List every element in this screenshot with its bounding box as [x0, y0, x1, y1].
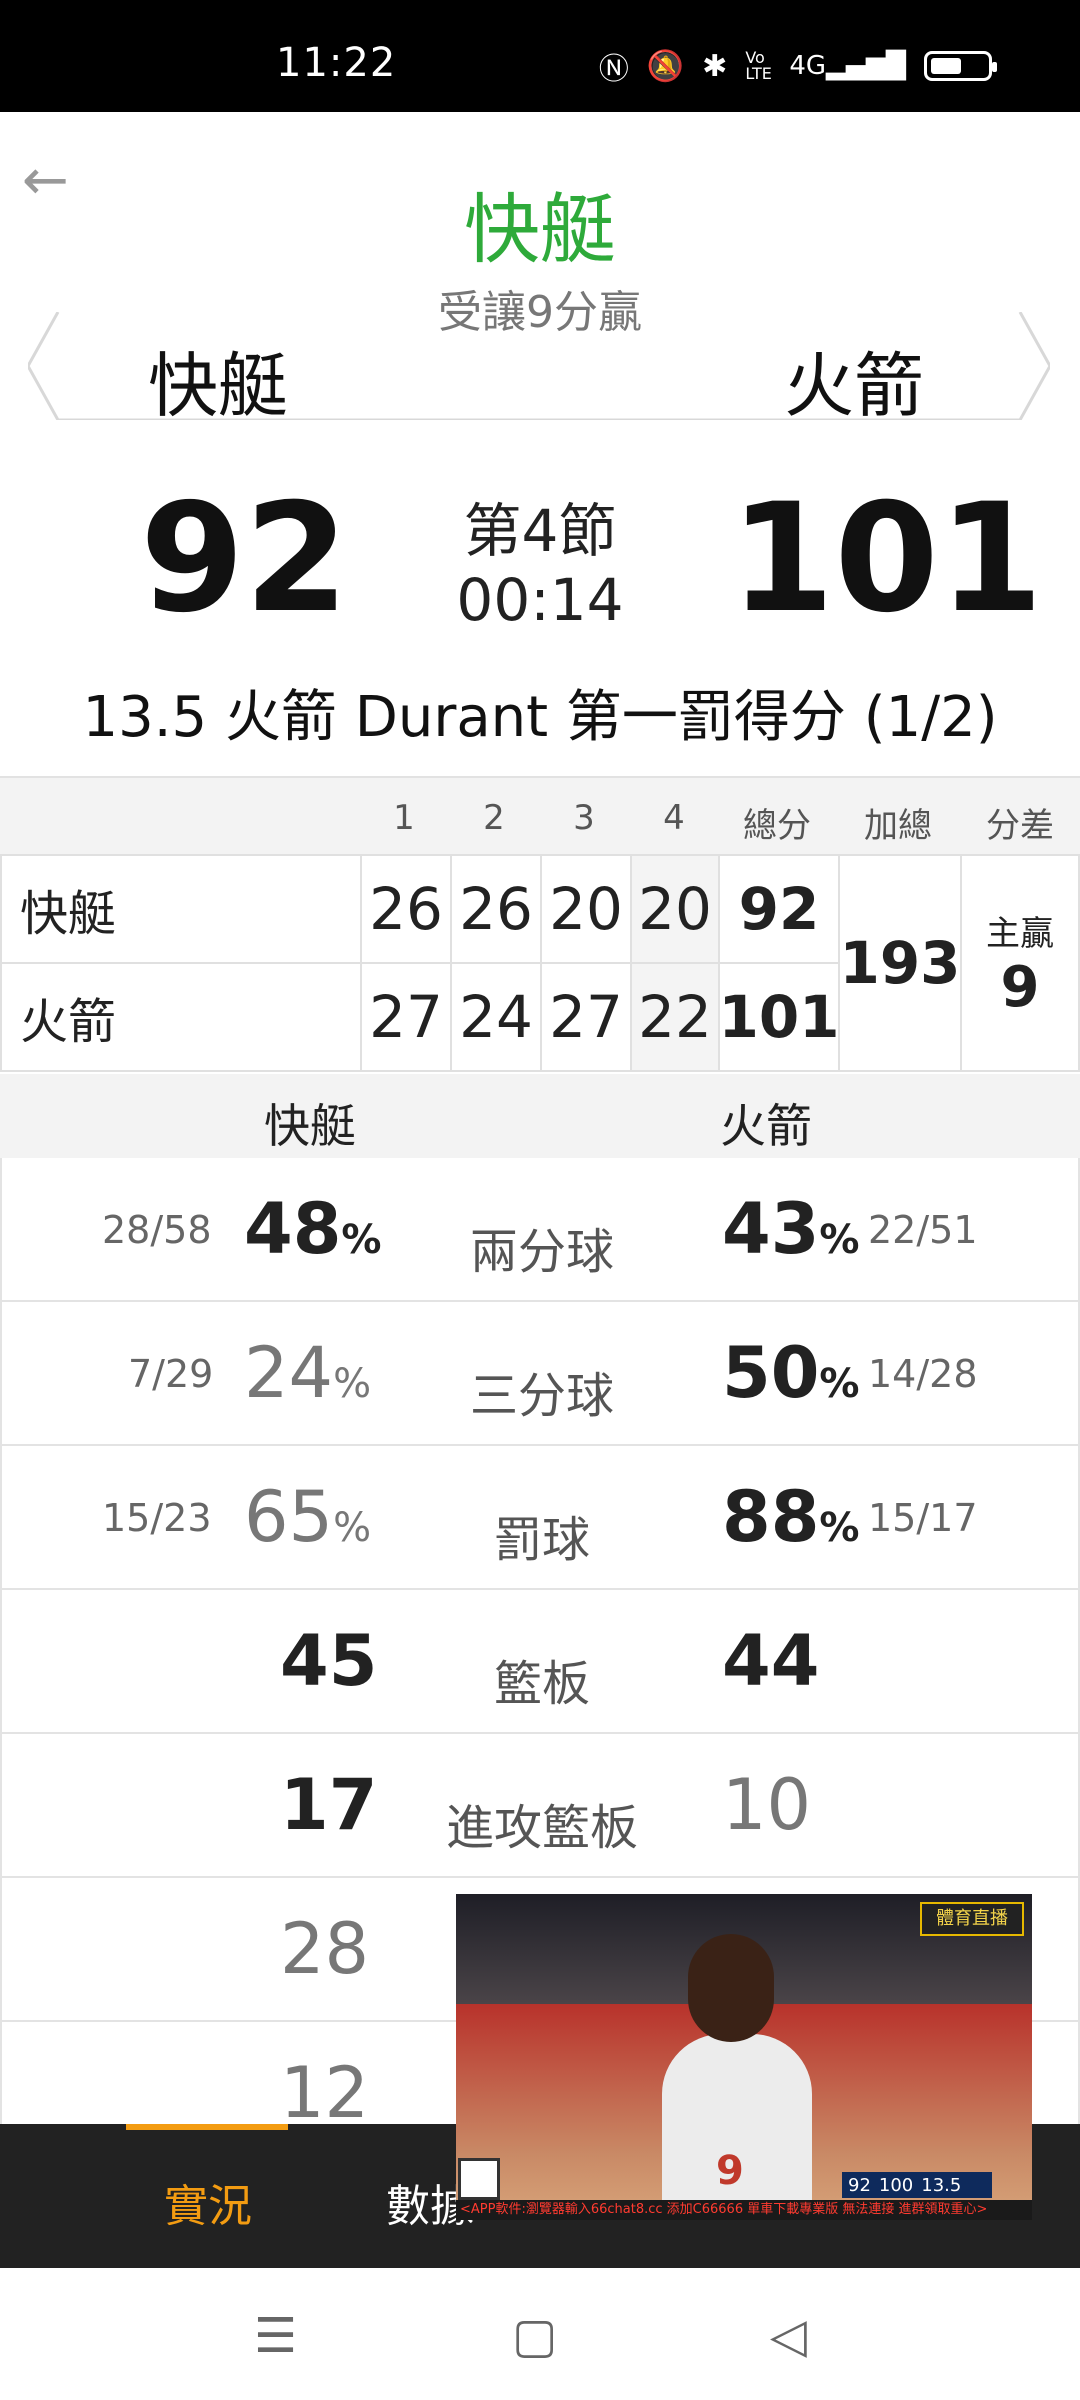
menu-icon[interactable]: ☰: [254, 2308, 297, 2364]
status-time: 11:22: [276, 40, 397, 86]
stats-header: 快艇 火箭: [0, 1074, 1080, 1158]
quarter-table-header: 1 2 3 4 總分 加總 分差: [0, 776, 1080, 854]
home-q2: 26: [450, 854, 542, 964]
video-player-head: [688, 1934, 774, 2042]
stat-name: 進攻籃板: [445, 1800, 638, 1856]
home-q1: 26: [360, 854, 452, 964]
row-away-team: 火箭: [0, 962, 362, 1072]
stats-away-label: 火箭: [720, 1099, 812, 1153]
away-pct: 50%: [722, 1332, 860, 1414]
away-frac: 22/51: [868, 1208, 978, 1252]
status-bar: 11:22 Ⓝ 🔕 ✱ Vo LTE 4G▂▄▆█: [0, 0, 1080, 112]
col-total: 總分: [743, 806, 811, 846]
away-q2: 24: [450, 962, 542, 1072]
active-tab-indicator: [126, 2124, 288, 2130]
favored-team: 快艇: [464, 185, 616, 274]
score-diff: 主贏 9: [960, 854, 1080, 1072]
home-q4: 20: [630, 854, 720, 964]
away-pct: 43%: [722, 1188, 860, 1270]
floating-video-player[interactable]: 9 體育直播 92 100 13.5 <APP軟件:瀏覽器輸入66chat8.c…: [456, 1894, 1032, 2220]
pct-unit: %: [819, 1217, 860, 1263]
bluetooth-icon: ✱: [702, 48, 728, 84]
stat-name: 籃板: [493, 1656, 590, 1712]
col-diff: 分差: [986, 806, 1054, 846]
scorebug-clock: 13.5: [921, 2174, 962, 2196]
network-label: 4G: [789, 51, 827, 81]
stat-row-oreb: 17 進攻籃板 10: [0, 1734, 1080, 1878]
back-triangle-icon[interactable]: ◁: [770, 2308, 807, 2364]
col-q4: 4: [663, 798, 685, 838]
diff-value: 9: [1000, 955, 1040, 1020]
pct-unit: %: [819, 1505, 860, 1551]
qr-code-icon: [458, 2158, 500, 2200]
scorebug-home: 92: [848, 2174, 871, 2196]
home-value: 12: [280, 2052, 370, 2134]
stat-row-2pt: 28/58 48% 兩分球 43% 22/51: [0, 1158, 1080, 1302]
stat-row-3pt: 7/29 24% 三分球 50% 14/28: [0, 1302, 1080, 1446]
stats-home-label: 快艇: [264, 1099, 356, 1153]
video-scorebug: 92 100 13.5: [842, 2172, 992, 2198]
away-pct-value: 43: [722, 1188, 820, 1270]
scorebug-away: 100: [878, 2174, 914, 2196]
last-play-text: 13.5 火箭 Durant 第一罰得分 (1/2): [82, 685, 998, 750]
volte-icon: Vo LTE: [745, 48, 772, 83]
pct-unit: %: [819, 1361, 860, 1407]
home-q3: 20: [540, 854, 632, 964]
away-frac: 14/28: [868, 1352, 978, 1396]
video-ticker: <APP軟件:瀏覽器輸入66chat8.cc 添加C66666 單車下載專業版 …: [456, 2200, 1032, 2220]
jersey-number: 9: [716, 2148, 744, 2194]
away-q1: 27: [360, 962, 452, 1072]
home-square-icon[interactable]: ▢: [512, 2308, 557, 2364]
tab-live[interactable]: 實況: [164, 2170, 252, 2234]
stat-row-reb: 45 籃板 44: [0, 1590, 1080, 1734]
away-pct-value: 50: [722, 1332, 820, 1414]
mute-icon: 🔕: [646, 48, 685, 84]
col-q3: 3: [573, 798, 595, 838]
diff-label: 主贏: [986, 914, 1054, 954]
row-home-team: 快艇: [0, 854, 362, 964]
system-nav-bar: ☰ ▢ ◁: [0, 2268, 1080, 2400]
col-q1: 1: [393, 798, 415, 838]
broadcast-logo: 體育直播: [920, 1902, 1024, 1936]
away-q3: 27: [540, 962, 632, 1072]
col-sum: 加總: [864, 806, 932, 846]
away-q4: 22: [630, 962, 720, 1072]
sum-total: 193: [838, 854, 962, 1072]
away-total: 101: [718, 962, 840, 1072]
home-total: 92: [718, 854, 840, 964]
away-pct-value: 88: [722, 1476, 820, 1558]
home-value: 28: [280, 1908, 370, 1990]
status-icons: Ⓝ 🔕 ✱ Vo LTE 4G▂▄▆█: [598, 44, 997, 88]
away-value: 10: [722, 1764, 812, 1846]
home-team-name: 快艇: [148, 345, 288, 427]
away-team-name: 火箭: [784, 345, 924, 427]
4g-signal-icon: 4G▂▄▆█: [789, 51, 906, 81]
away-score: 101: [730, 472, 1044, 646]
away-pct: 88%: [722, 1476, 860, 1558]
col-q2: 2: [483, 798, 505, 838]
away-value: 44: [722, 1620, 820, 1702]
nfc-icon: Ⓝ: [598, 52, 629, 87]
battery-icon: [924, 51, 997, 81]
away-frac: 15/17: [868, 1496, 978, 1540]
stat-row-ft: 15/23 65% 罰球 88% 15/17: [0, 1446, 1080, 1590]
